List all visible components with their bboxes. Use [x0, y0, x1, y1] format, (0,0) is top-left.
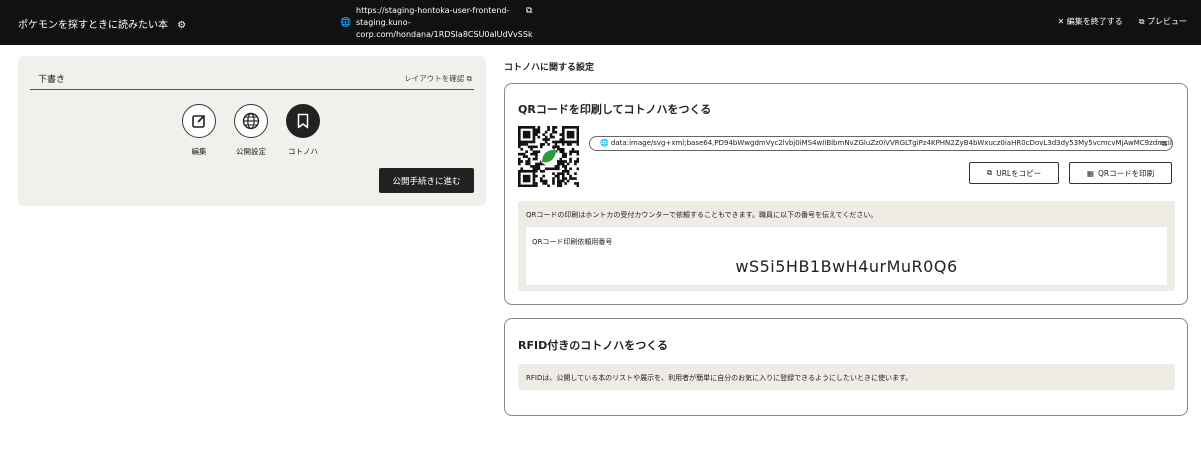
qr-card: QRコードを印刷してコトノハをつくる 🌐 data:image/svg+xml;… — [504, 83, 1188, 305]
print-request-info: QRコードの印刷はホントカの受付カウンターで依頼することもできます。職員に以下の… — [518, 201, 1175, 291]
draft-header: 下書き レイアウトを確認 ⧉ — [30, 56, 474, 90]
copy-icon: ⧉ — [986, 168, 993, 177]
layout-check-link[interactable]: レイアウトを確認 ⧉ — [404, 73, 472, 84]
qr-icon: ▦ — [1086, 168, 1094, 178]
print-qr-button[interactable]: ▦ QRコードを印刷 — [1069, 162, 1172, 184]
request-number-label: QRコード印刷依頼用番号 — [532, 238, 613, 246]
qr-heading: QRコードを印刷してコトノハをつくる — [518, 103, 712, 116]
copy-url-button[interactable]: ⧉ URLをコピー — [969, 162, 1059, 184]
external-link-icon[interactable]: ⧉ — [526, 5, 532, 17]
request-number-box: QRコード印刷依頼用番号 wS5i5HB1BwH4urMuR0Q6 — [526, 227, 1167, 285]
end-edit-button[interactable]: ✕ 編集を終了する — [1057, 16, 1122, 27]
book-url[interactable]: 🌐 https://staging-hontoka-user-frontend-… — [340, 5, 533, 41]
url-line-1: https://staging-hontoka-user-frontend- — [356, 6, 510, 15]
top-bar: ポケモンを探すときに読みたい本 ⚙ 🌐 https://staging-hont… — [0, 0, 1201, 45]
print-request-text: QRコードの印刷はホントカの受付カウンターで依頼することもできます。職員に以下の… — [526, 211, 878, 219]
rfid-card: RFID付きのコトノハをつくる RFIDは、公開している本のリストや展示を、利用… — [504, 318, 1188, 416]
action-buttons: 編集 公開設定 コトノハ — [182, 104, 320, 157]
rfid-heading: RFID付きのコトノハをつくる — [518, 339, 668, 352]
publish-settings-label: 公開設定 — [236, 147, 266, 156]
kotonoha-label: コトノハ — [288, 147, 318, 156]
url-line-3: corp.com/hondana/1RDSIa8CSU0alUdVvSSk — [356, 30, 533, 39]
draft-label: 下書き — [38, 75, 66, 85]
copy-icon[interactable]: ⧉ — [1161, 137, 1167, 150]
copy-url-label: URLをコピー — [996, 168, 1042, 178]
qr-code-image — [518, 126, 580, 188]
draft-card: 下書き レイアウトを確認 ⧉ 編集 公開設定 コトノハ 公開手続きに進む — [18, 56, 486, 206]
settings-icon[interactable]: ⚙ — [177, 20, 186, 31]
globe-icon — [234, 104, 268, 138]
kotonoha-button[interactable]: コトノハ — [286, 104, 320, 157]
book-title-text: ポケモンを探すときに読みたい本 — [18, 20, 168, 31]
edit-icon — [182, 104, 216, 138]
section-title: コトノハに関する設定 — [504, 63, 595, 73]
url-line-2: staging.kuno- — [356, 18, 411, 27]
edit-button[interactable]: 編集 — [182, 104, 216, 157]
publish-settings-button[interactable]: 公開設定 — [234, 104, 268, 157]
book-title: ポケモンを探すときに読みたい本 ⚙ — [18, 16, 186, 31]
request-number-value: wS5i5HB1BwH4urMuR0Q6 — [735, 257, 958, 276]
proceed-publish-button[interactable]: 公開手続きに進む — [379, 168, 474, 193]
edit-label: 編集 — [191, 147, 207, 156]
rfid-description: RFIDは、公開している本のリストや展示を、利用者が簡単に自分のお気に入りに登録… — [518, 364, 1175, 390]
bookmark-icon — [286, 104, 320, 138]
qr-data-url-field[interactable]: 🌐 data:image/svg+xml;base64,PD94bWwgdmVy… — [589, 136, 1173, 151]
globe-icon: 🌐 — [340, 18, 352, 28]
preview-button[interactable]: ⧉ プレビュー — [1139, 16, 1187, 27]
print-qr-label: QRコードを印刷 — [1097, 168, 1155, 178]
qr-data-url-text: 🌐 data:image/svg+xml;base64,PD94bWwgdmVy… — [600, 139, 1172, 147]
